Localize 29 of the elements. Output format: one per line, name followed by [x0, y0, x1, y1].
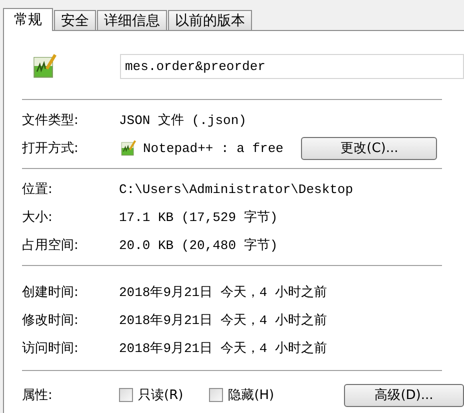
property-label: 打开方式:	[22, 140, 80, 157]
property-label: 大小:	[22, 209, 54, 226]
property-value: 2018年9月21日 今天，4 小时之前	[119, 340, 328, 357]
advanced-button[interactable]: 高级(D)...	[344, 384, 464, 406]
checkbox-label: 只读(R)	[138, 387, 184, 404]
tab[interactable]: 详细信息	[97, 10, 167, 30]
tab[interactable]: 以前的版本	[168, 10, 252, 30]
checkbox[interactable]	[119, 388, 133, 402]
property-value: C:\Users\Administrator\Desktop	[119, 182, 354, 196]
attributes-label: 属性:	[22, 387, 54, 404]
property-value: 17.1 KB (17,529 字节)	[119, 209, 278, 226]
property-value: JSON 文件 (.json)	[119, 112, 246, 129]
property-value: 2018年9月21日 今天，4 小时之前	[119, 284, 328, 301]
property-label: 创建时间:	[22, 284, 80, 301]
property-label: 位置:	[22, 181, 54, 198]
tab[interactable]: 安全	[54, 10, 96, 30]
property-label: 占用空间:	[22, 237, 80, 254]
checkbox[interactable]	[209, 388, 224, 402]
property-label: 访问时间:	[22, 340, 80, 357]
checkbox-label: 隐藏(H)	[228, 387, 274, 404]
tab[interactable]: 常规	[3, 8, 53, 31]
property-value: 20.0 KB (20,480 字节)	[119, 237, 278, 254]
property-label: 修改时间:	[22, 312, 80, 329]
file-name-field[interactable]: mes.order&preorder	[120, 54, 464, 78]
notepad-icon	[119, 139, 137, 157]
open-with-value: Notepad++ : a free	[143, 140, 284, 156]
property-label: 文件类型:	[22, 112, 80, 129]
property-value: 2018年9月21日 今天，4 小时之前	[119, 312, 328, 329]
change-button[interactable]: 更改(C)...	[301, 136, 438, 160]
